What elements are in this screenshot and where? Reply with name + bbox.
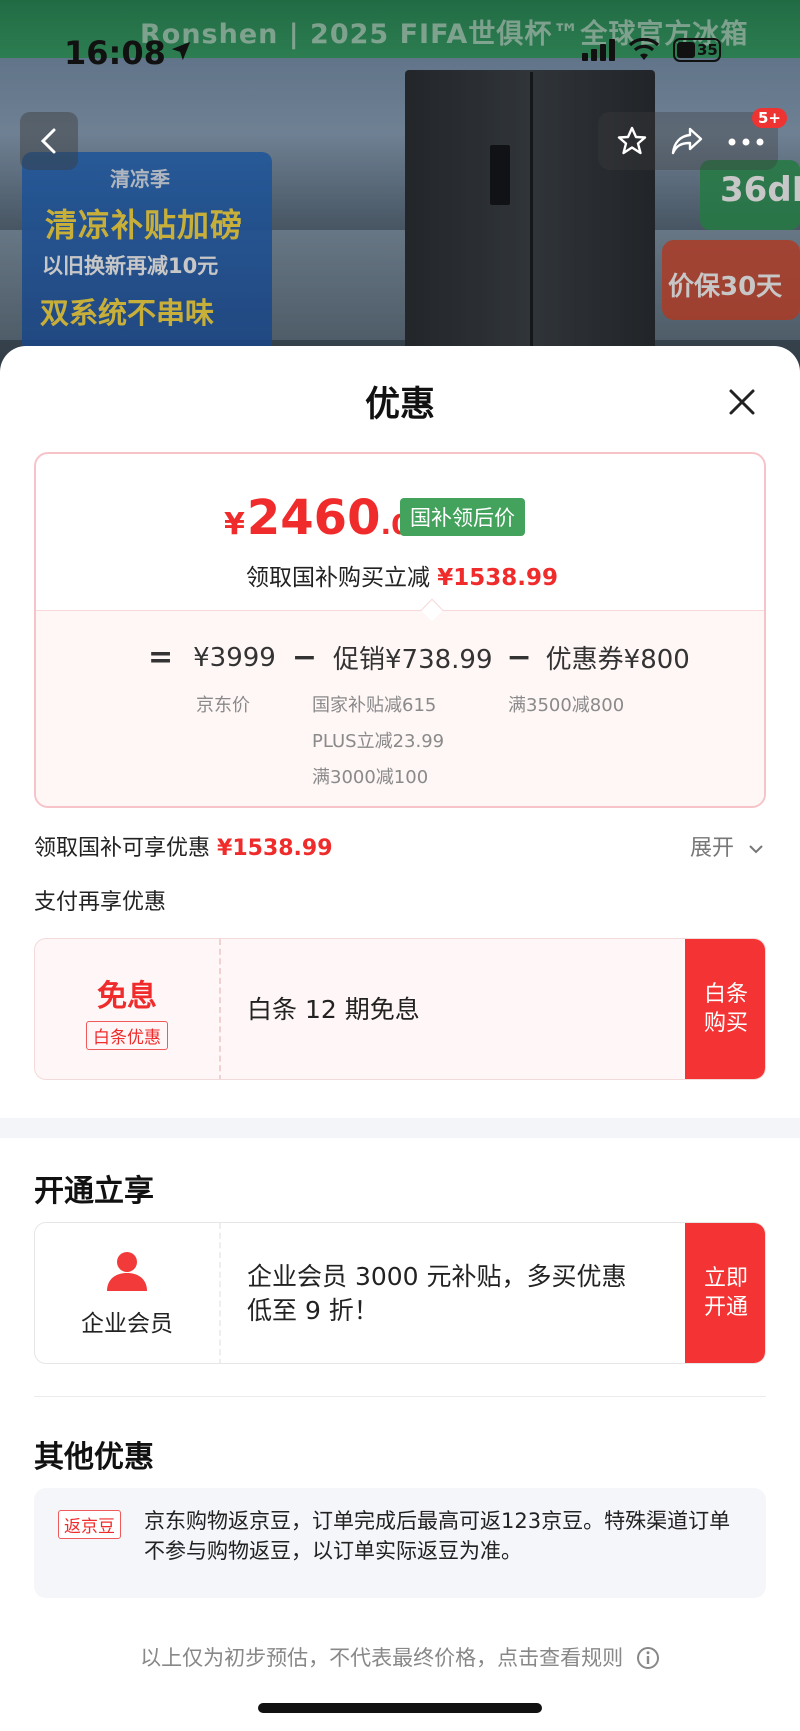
battery-icon: 35: [673, 38, 721, 62]
discount-sheet: 优惠 ¥ 2460 .01 国补领后价 领取国补购买立减 ¥1538.99 = …: [0, 346, 800, 1731]
baitiao-text: 白条 12 期免息: [247, 995, 420, 1025]
location-arrow-icon: [171, 41, 191, 61]
signal-icon: [582, 39, 615, 61]
star-icon[interactable]: [616, 125, 648, 157]
open-section-title: 开通立享: [34, 1174, 154, 1209]
back-button[interactable]: [20, 112, 78, 170]
subsidy-amount: ¥1538.99: [217, 836, 333, 861]
promo-item: 国家补贴减615: [312, 695, 437, 716]
expand-toggle[interactable]: 展开: [690, 830, 765, 862]
enterprise-text: 企业会员 3000 元补贴，多买优惠低至 9 折！: [247, 1262, 627, 1325]
baitiao-badge: 免息 白条优惠: [35, 939, 221, 1079]
jd-price-label: 京东价: [196, 695, 250, 716]
status-icons: 35: [582, 38, 721, 62]
home-indicator[interactable]: [258, 1703, 542, 1713]
final-price-currency: ¥: [224, 507, 245, 542]
sheet-title: 优惠: [364, 385, 435, 425]
subsidy-row: 领取国补可享优惠 ¥1538.99: [34, 830, 333, 862]
nav-actions: [598, 112, 778, 170]
save-amount: ¥1538.99: [437, 565, 559, 591]
rules-footnote[interactable]: 以上仅为初步预估，不代表最终价格，点击查看规则: [0, 1642, 800, 1672]
wifi-icon: [629, 38, 659, 60]
baitiao-tag: 白条优惠: [86, 1020, 168, 1050]
baitiao-offer-card[interactable]: 免息 白条优惠 白条 12 期免息 白条购买: [34, 938, 766, 1080]
pay-more-label: 支付再享优惠: [34, 890, 167, 915]
price-breakdown-card: ¥ 2460 .01 国补领后价 领取国补购买立减 ¥1538.99 = ¥39…: [34, 452, 766, 808]
final-price-integer: 2460: [246, 490, 381, 546]
coupon-total: 优惠券¥800: [545, 645, 690, 675]
other-section-title: 其他优惠: [34, 1440, 154, 1475]
enterprise-label: 企业会员: [81, 1311, 173, 1337]
back-icon: [40, 128, 56, 154]
save-line: 领取国补购买立减 ¥1538.99: [36, 558, 764, 592]
chevron-down-icon: [749, 845, 763, 854]
footnote-text: 以上仅为初步预估，不代表最终价格，点击查看规则: [140, 1646, 624, 1670]
subsidy-label: 领取国补可享优惠: [34, 836, 211, 861]
jd-beans-text: 京东购物返京豆，订单完成后最高可返123京豆。特殊渠道订单不参与购物返豆，以订单…: [144, 1509, 731, 1564]
baitiao-buy-button[interactable]: 白条购买: [685, 939, 765, 1079]
subsidy-price-tag: 国补领后价: [400, 498, 525, 536]
promo-total: 促销¥738.99: [333, 645, 493, 675]
minus-sign: −: [291, 640, 317, 675]
user-icon: [107, 1252, 147, 1291]
price-calculation: = ¥3999 − 促销¥738.99 − 优惠券¥800 京东价 国家补贴减6…: [36, 610, 764, 806]
enterprise-offer-card[interactable]: 企业会员 企业会员 3000 元补贴，多买优惠低至 9 折！ 立即开通: [34, 1222, 766, 1364]
message-badge: 5+: [752, 108, 788, 128]
save-label: 领取国补购买立减: [245, 565, 430, 591]
enterprise-badge: 企业会员: [35, 1223, 221, 1363]
equals-sign: =: [148, 640, 174, 675]
info-icon: [636, 1647, 659, 1669]
promo-item: PLUS立减23.99: [312, 731, 445, 752]
battery-level: 35: [697, 41, 718, 59]
divider: [34, 1396, 766, 1397]
minus-sign: −: [506, 640, 532, 675]
baitiao-title: 免息: [97, 978, 157, 1014]
close-icon[interactable]: [722, 382, 762, 422]
calc-row: = ¥3999 − 促销¥738.99 − 优惠券¥800: [148, 639, 690, 676]
expand-label: 展开: [690, 836, 735, 861]
coupon-item: 满3500减800: [508, 695, 625, 716]
status-time: 16:08: [64, 34, 166, 72]
enterprise-open-button[interactable]: 立即开通: [685, 1223, 765, 1363]
jd-price: ¥3999: [193, 642, 276, 673]
promo-item: 满3000减100: [312, 767, 429, 788]
jd-beans-tag: 返京豆: [58, 1510, 121, 1539]
section-gap: [0, 1118, 800, 1138]
more-icon[interactable]: [728, 138, 764, 146]
share-icon[interactable]: [670, 126, 704, 156]
jd-beans-box: 返京豆 京东购物返京豆，订单完成后最高可返123京豆。特殊渠道订单不参与购物返豆…: [34, 1488, 766, 1598]
